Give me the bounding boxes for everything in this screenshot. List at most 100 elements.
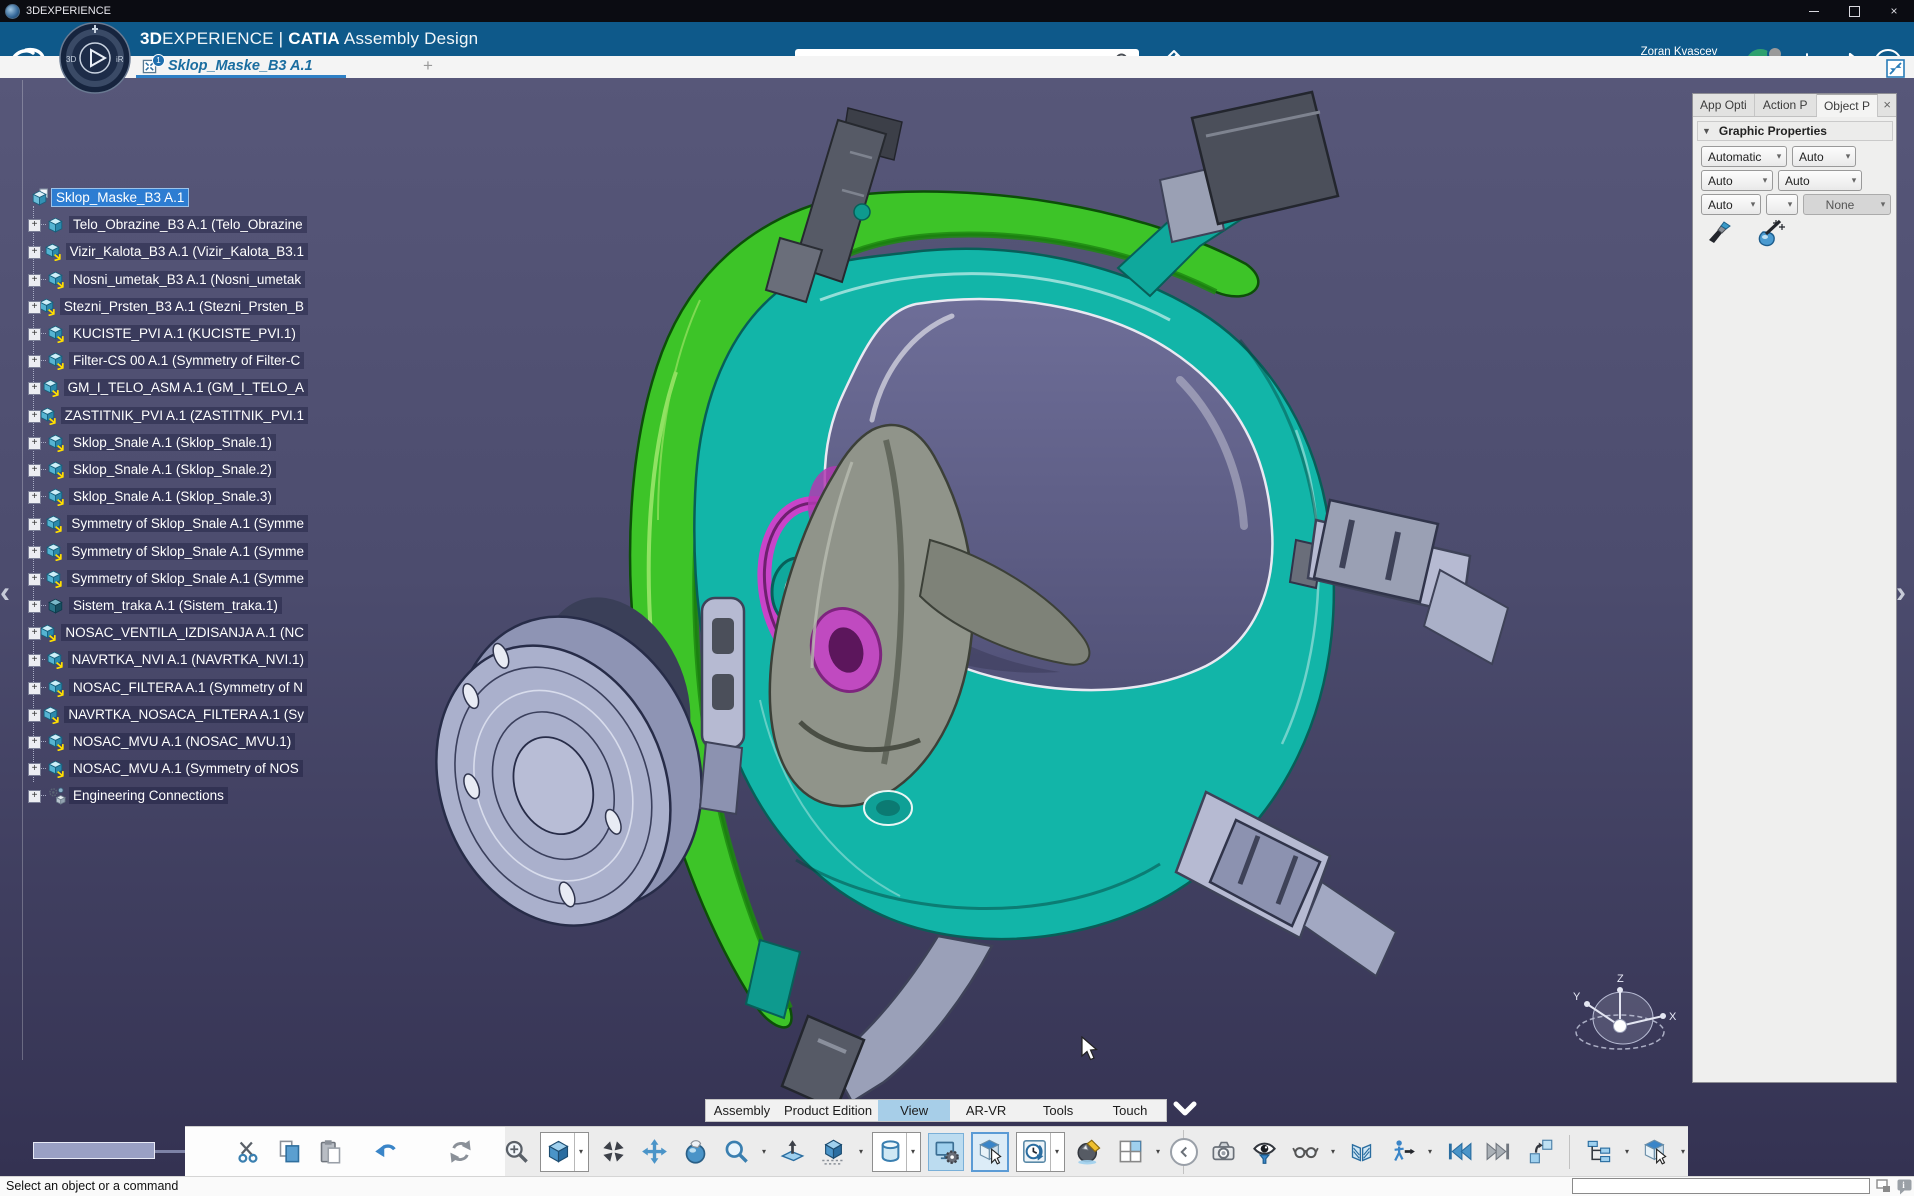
tree-item-21[interactable]: +NOSAC_MVU A.1 (Symmetry of NOS <box>26 755 308 782</box>
combo-auto[interactable]: Auto▾ <box>1701 170 1773 191</box>
pan-button[interactable] <box>637 1134 671 1170</box>
dropdown-caret-icon[interactable]: ▾ <box>906 1133 919 1171</box>
tree-item-label[interactable]: Symmetry of Sklop_Snale A.1 (Symme <box>67 515 308 532</box>
dialogs-icon[interactable] <box>1876 1179 1892 1193</box>
tree-item-label[interactable]: Telo_Obrazine_B3 A.1 (Telo_Obrazine <box>69 216 307 233</box>
info-bubble-icon[interactable]: i <box>1897 1179 1912 1195</box>
tree-item-label[interactable]: Sklop_Snale A.1 (Sklop_Snale.3) <box>69 488 276 505</box>
go-first-button[interactable] <box>1441 1134 1475 1170</box>
3dexperience-compass[interactable]: 3DiR <box>58 21 132 95</box>
design-tree-button[interactable] <box>1582 1134 1616 1170</box>
tree-item-label[interactable]: KUCISTE_PVI A.1 (KUCISTE_PVI.1) <box>69 325 300 342</box>
tree-item-6[interactable]: + Filter-CS 00 A.1 (Symmetry of Filter-C <box>26 347 308 374</box>
combo-auto[interactable]: Auto▾ <box>1778 170 1862 191</box>
tree-expander-icon[interactable]: + <box>28 464 41 477</box>
tree-item-15[interactable]: + Sistem_traka A.1 (Sistem_traka.1) <box>26 592 308 619</box>
tree-item-label[interactable]: Sklop_Snale A.1 (Sklop_Snale.1) <box>69 434 276 451</box>
combo-arrow-icon[interactable]: ▾ <box>1746 199 1760 210</box>
dropdown-caret-icon[interactable]: ▾ <box>1426 1147 1434 1156</box>
dropdown-caret-icon[interactable]: ▾ <box>1050 1133 1063 1171</box>
painter-icon[interactable] <box>1707 219 1737 247</box>
tree-expander-icon[interactable]: + <box>28 410 41 423</box>
tree-item-8[interactable]: + ZASTITNIK_PVI A.1 (ZASTITNIK_PVI.1 <box>26 402 308 429</box>
tree-item-label[interactable]: NAVRTKA_NOSACA_FILTERA A.1 (Sy <box>64 706 308 723</box>
tree-expander-icon[interactable]: + <box>28 763 41 776</box>
magic-wand-icon[interactable] <box>1753 219 1787 247</box>
tree-item-label[interactable]: Filter-CS 00 A.1 (Symmetry of Filter-C <box>69 352 304 369</box>
tree-expander-icon[interactable]: + <box>28 219 41 232</box>
tree-item-3[interactable]: +Nosni_umetak_B3 A.1 (Nosni_umetak <box>26 266 308 293</box>
selection-mode-button[interactable] <box>974 1134 1006 1170</box>
tree-expander-icon[interactable]: + <box>28 736 41 749</box>
render-style-group[interactable]: ▾ <box>872 1132 921 1172</box>
tree-item-label[interactable]: ZASTITNIK_PVI A.1 (ZASTITNIK_PVI.1 <box>61 407 308 424</box>
ribbon-tab-product-edition[interactable]: Product Edition <box>778 1100 878 1121</box>
tree-expander-icon[interactable]: + <box>28 518 41 531</box>
3d-viewport[interactable]: Z X Y Sklop_Maske_B3 A.1+Telo_Obrazine_B… <box>0 78 1914 1176</box>
tree-expander-icon[interactable]: + <box>28 274 41 287</box>
panel-tab-object-p[interactable]: Object P <box>1817 94 1879 117</box>
tree-item-4[interactable]: +Stezni_Prsten_B3 A.1 (Stezni_Prsten_B <box>26 293 308 320</box>
new-tab-button[interactable]: + <box>418 56 438 76</box>
tree-expander-icon[interactable]: + <box>28 355 41 368</box>
update-button[interactable] <box>443 1134 477 1170</box>
tree-item-12[interactable]: + Symmetry of Sklop_Snale A.1 (Symme <box>26 510 308 537</box>
ribbon-tab-view[interactable]: View <box>878 1100 950 1121</box>
maximize-button[interactable] <box>1834 0 1874 22</box>
tree-item-11[interactable]: + Sklop_Snale A.1 (Sklop_Snale.3) <box>26 483 308 510</box>
ribbon-tab-assembly[interactable]: Assembly <box>706 1100 778 1121</box>
tree-expander-icon[interactable]: + <box>28 600 41 613</box>
minimize-button[interactable] <box>1794 0 1834 22</box>
center-view-button[interactable] <box>596 1134 630 1170</box>
ribbon-tab-touch[interactable]: Touch <box>1094 1100 1166 1121</box>
tree-item-label[interactable]: Sklop_Maske_B3 A.1 <box>52 189 188 206</box>
iso-view-group[interactable]: ▾ <box>540 1132 589 1172</box>
tree-item-14[interactable]: +Symmetry of Sklop_Snale A.1 (Symme <box>26 565 308 592</box>
combo-arrow-icon[interactable]: ▾ <box>1876 199 1890 210</box>
tree-item-2[interactable]: +Vizir_Kalota_B3 A.1 (Vizir_Kalota_B3.1 <box>26 238 308 265</box>
tree-expander-icon[interactable]: + <box>28 682 41 695</box>
dropdown-caret-icon[interactable]: ▾ <box>857 1147 865 1156</box>
tree-item-label[interactable]: GM_I_TELO_ASM A.1 (GM_I_TELO_A <box>64 379 308 396</box>
tree-item-label[interactable]: NAVRTKA_NVI A.1 (NAVRTKA_NVI.1) <box>68 651 308 668</box>
dropdown-caret-icon[interactable]: ▾ <box>1329 1147 1337 1156</box>
tree-item-label[interactable]: Sistem_traka A.1 (Sistem_traka.1) <box>69 597 282 614</box>
tree-expander-icon[interactable]: + <box>28 382 41 395</box>
panel-tab-app-opti[interactable]: App Opti <box>1693 94 1755 116</box>
close-button[interactable]: × <box>1874 0 1914 22</box>
combo-empty[interactable]: ▾ <box>1766 194 1798 215</box>
tree-expander-icon[interactable]: + <box>28 491 41 504</box>
expand-right-panel-chevron[interactable]: › <box>1896 578 1906 608</box>
render-style-button[interactable] <box>874 1134 906 1170</box>
tree-item-5[interactable]: +KUCISTE_PVI A.1 (KUCISTE_PVI.1) <box>26 320 308 347</box>
sketch-tools-button[interactable] <box>1072 1134 1106 1170</box>
dropdown-caret-icon[interactable]: ▾ <box>1154 1147 1162 1156</box>
walkthrough-button[interactable] <box>1385 1134 1419 1170</box>
graphic-properties-section[interactable]: ▼ Graphic Properties <box>1697 121 1893 141</box>
collapse-panel-icon[interactable] <box>1886 59 1905 78</box>
update-history-group[interactable]: ▾ <box>1016 1132 1065 1172</box>
tree-expander-icon[interactable]: + <box>28 437 41 450</box>
tree-item-22[interactable]: +Engineering Connections <box>26 782 308 809</box>
panel-tab-action-p[interactable]: Action P <box>1755 94 1817 116</box>
tree-item-13[interactable]: +Symmetry of Sklop_Snale A.1 (Symme <box>26 538 308 565</box>
tree-expander-icon[interactable]: + <box>28 546 41 559</box>
tree-item-label[interactable]: NOSAC_VENTILA_IZDISANJA A.1 (NC <box>61 624 308 641</box>
tree-expander-icon[interactable]: + <box>28 573 41 586</box>
dropdown-caret-icon[interactable]: ▾ <box>760 1147 768 1156</box>
split-view-button[interactable] <box>1113 1134 1147 1170</box>
ribbon-collapse-chevron[interactable] <box>1172 1100 1198 1120</box>
tree-item-16[interactable]: +NOSAC_VENTILA_IZDISANJA A.1 (NC <box>26 619 308 646</box>
tree-item-9[interactable]: + Sklop_Snale A.1 (Sklop_Snale.1) <box>26 429 308 456</box>
tree-expander-icon[interactable]: + <box>28 654 41 667</box>
hide-show-filter-button[interactable] <box>1247 1134 1281 1170</box>
tree-hscrollbar-thumb[interactable] <box>33 1142 155 1159</box>
tree-item-label[interactable]: NOSAC_FILTERA A.1 (Symmetry of N <box>69 679 307 696</box>
cut-button[interactable] <box>231 1134 265 1170</box>
dropdown-caret-icon[interactable]: ▾ <box>1679 1147 1687 1156</box>
tree-expander-icon[interactable]: + <box>28 790 41 803</box>
reorder-component-button[interactable] <box>1523 1134 1557 1170</box>
dropdown-caret-icon[interactable]: ▾ <box>1623 1147 1631 1156</box>
volume-select-button[interactable] <box>1638 1134 1672 1170</box>
go-last-button[interactable] <box>1482 1134 1516 1170</box>
